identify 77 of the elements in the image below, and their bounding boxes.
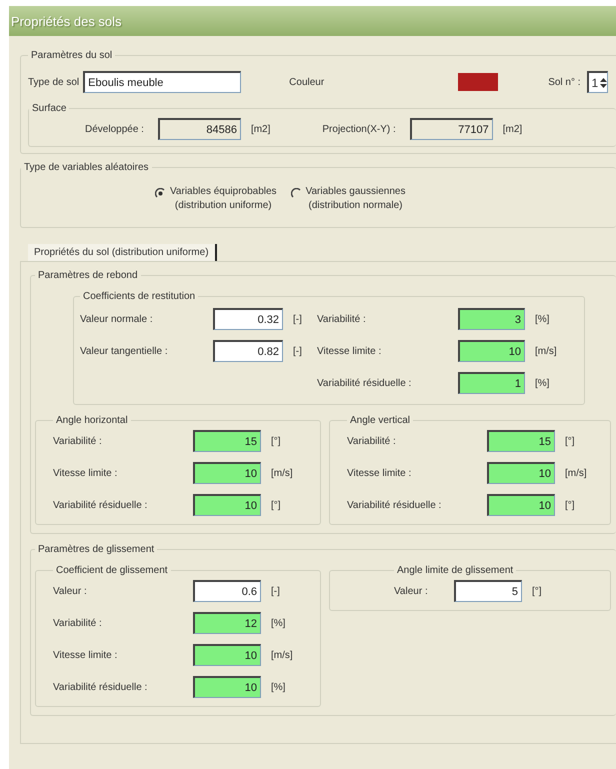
input-field[interactable]: 10 bbox=[193, 462, 261, 484]
color-swatch[interactable] bbox=[458, 73, 498, 91]
group-title: Angle limite de glissement bbox=[396, 565, 514, 576]
field-label: Vitesse limite : bbox=[53, 468, 118, 478]
unit-label: [°] bbox=[564, 436, 576, 446]
input-field[interactable]: 10 bbox=[193, 676, 261, 698]
unit-label: [m2] bbox=[502, 124, 522, 134]
unit-label: [%] bbox=[270, 618, 286, 628]
tab[interactable]: Propriétés du sol (distribution uniforme) bbox=[28, 244, 217, 261]
field-label: Variabilité : bbox=[53, 436, 103, 446]
input-field[interactable]: 77107 bbox=[410, 118, 493, 140]
input-field[interactable]: 10 bbox=[193, 494, 261, 516]
group-title: Coefficient de glissement bbox=[55, 565, 169, 576]
field-label: Variabilité résiduelle : bbox=[53, 682, 148, 692]
unit-label: [-] bbox=[292, 346, 303, 356]
field-label: Variabilité : bbox=[347, 436, 397, 446]
input-field[interactable]: 12 bbox=[193, 612, 261, 634]
unit-label: [%] bbox=[534, 378, 550, 388]
unit-label: [-] bbox=[270, 586, 281, 596]
input-field[interactable]: 84586 bbox=[158, 118, 241, 140]
radio-label: Variables équiprobables (distribution uniforme) bbox=[170, 185, 277, 213]
group-title: Surface bbox=[31, 103, 68, 114]
field-label: Valeur : bbox=[53, 586, 88, 596]
unit-label: [m/s] bbox=[534, 346, 557, 356]
window-title: Propriétés des sols bbox=[9, 6, 616, 36]
unit-label: [°] bbox=[564, 500, 576, 510]
group-title: Type de variables aléatoires bbox=[23, 162, 150, 173]
unit-label: [°] bbox=[270, 500, 282, 510]
input-field[interactable]: 0.6 bbox=[193, 580, 261, 602]
field-label: Valeur : bbox=[394, 586, 429, 596]
input-field[interactable]: 10 bbox=[458, 340, 525, 362]
group-title: Paramètres du sol bbox=[30, 50, 114, 61]
input-field[interactable]: 10 bbox=[193, 644, 261, 666]
input-field[interactable]: 1 bbox=[458, 372, 525, 394]
input-field[interactable]: 10 bbox=[487, 462, 555, 484]
field-label: Variabilité résiduelle : bbox=[317, 378, 412, 388]
input-field[interactable]: 15 bbox=[487, 430, 555, 452]
radio-button[interactable] bbox=[155, 188, 166, 199]
unit-label: [%] bbox=[534, 314, 550, 324]
unit-label: [°] bbox=[270, 436, 282, 446]
unit-label: [%] bbox=[270, 682, 286, 692]
group-title: Paramètres de rebond bbox=[37, 270, 139, 281]
number-spinner[interactable]: 1 bbox=[586, 71, 608, 93]
input-field[interactable]: 5 bbox=[454, 580, 522, 602]
field-label: Variabilité : bbox=[53, 618, 103, 628]
group-title: Angle horizontal bbox=[55, 415, 129, 426]
input-field[interactable]: 0.82 bbox=[213, 340, 283, 362]
unit-label: [°] bbox=[531, 586, 543, 596]
spin-arrows-icon bbox=[600, 76, 608, 90]
field-label: Vitesse limite : bbox=[317, 346, 382, 356]
input-field[interactable]: 0.32 bbox=[213, 308, 283, 330]
input-field[interactable]: 15 bbox=[193, 430, 261, 452]
field-label: Type de sol bbox=[28, 76, 80, 88]
unit-label: [m/s] bbox=[270, 468, 294, 478]
unit-label: [m/s] bbox=[270, 650, 294, 660]
field-label: Projection(X-Y) : bbox=[322, 124, 396, 134]
input-field[interactable]: 3 bbox=[458, 308, 525, 330]
field-label: Sol n° : bbox=[548, 76, 581, 88]
radio-label: Variables gaussiennes (distribution normale) bbox=[306, 185, 406, 213]
field-label: Couleur bbox=[289, 76, 324, 88]
field-label: Variabilité résiduelle : bbox=[347, 500, 442, 510]
field-label: Valeur tangentielle : bbox=[80, 346, 169, 356]
field-label: Vitesse limite : bbox=[347, 468, 412, 478]
unit-label: [-] bbox=[292, 314, 303, 324]
field-label: Variabilité résiduelle : bbox=[53, 500, 148, 510]
radio-button[interactable] bbox=[290, 188, 302, 199]
group-title: Angle vertical bbox=[349, 415, 412, 426]
group-title: Coefficients de restitution bbox=[82, 291, 196, 302]
field-label: Développée : bbox=[85, 124, 144, 134]
field-label: Vitesse limite : bbox=[53, 650, 118, 660]
input-field[interactable]: Eboulis meuble bbox=[83, 71, 242, 93]
unit-label: [m2] bbox=[250, 124, 270, 134]
field-label: Variabilité : bbox=[317, 314, 367, 324]
group-title: Paramètres de glissement bbox=[37, 544, 156, 555]
unit-label: [m/s] bbox=[564, 468, 588, 478]
input-field[interactable]: 10 bbox=[487, 494, 555, 516]
field-label: Valeur normale : bbox=[80, 314, 154, 324]
